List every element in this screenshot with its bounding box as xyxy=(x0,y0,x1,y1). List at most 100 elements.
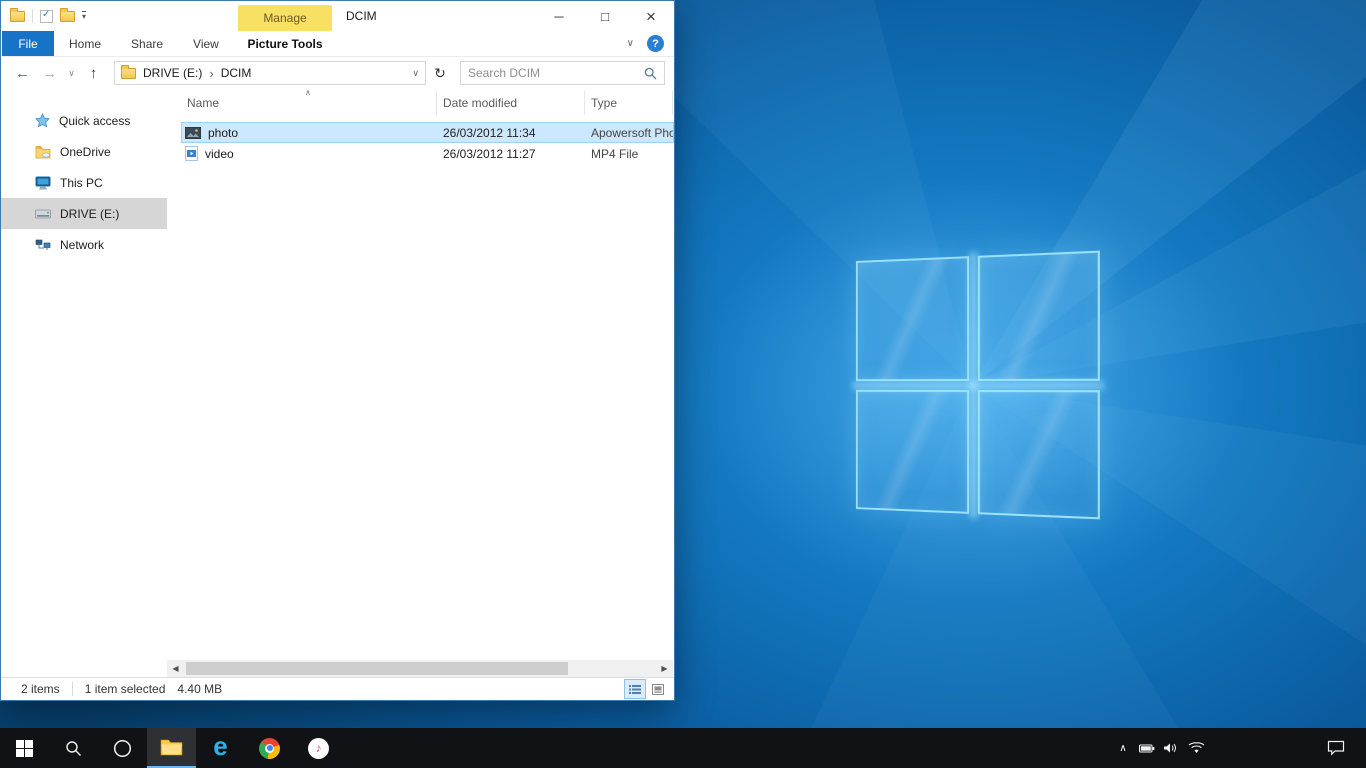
monitor-icon xyxy=(35,176,51,190)
start-button[interactable] xyxy=(0,728,49,768)
taskbar-search-button[interactable] xyxy=(49,728,98,768)
taskbar-file-explorer-button[interactable] xyxy=(147,728,196,768)
window-controls: ─ □ × xyxy=(536,1,674,31)
sort-ascending-icon: ∧ xyxy=(305,89,311,97)
refresh-button[interactable]: ↻ xyxy=(428,61,452,85)
back-button[interactable]: ← xyxy=(10,61,35,86)
tab-home[interactable]: Home xyxy=(54,31,116,56)
tab-picture-tools[interactable]: Picture Tools xyxy=(238,31,332,56)
column-header-date-modified[interactable]: Date modified xyxy=(437,91,585,115)
itunes-icon: ♪ xyxy=(308,738,329,759)
title-bar[interactable]: ▾ Manage DCIM ─ □ × xyxy=(1,1,674,31)
wifi-icon xyxy=(1188,742,1205,754)
status-separator xyxy=(72,682,73,696)
address-bar[interactable]: DRIVE (E:) › DCIM ∨ xyxy=(114,61,426,85)
sidebar-item-quick-access[interactable]: Quick access xyxy=(1,105,167,136)
breadcrumb-folder[interactable]: DCIM xyxy=(221,66,252,80)
taskbar-itunes-button[interactable]: ♪ xyxy=(294,728,343,768)
file-date-cell: 26/03/2012 11:27 xyxy=(437,147,585,161)
sidebar-item-drive-e[interactable]: DRIVE (E:) xyxy=(1,198,167,229)
item-count: 2 items xyxy=(21,682,60,696)
windows-logo-pane xyxy=(856,389,969,513)
file-name: photo xyxy=(208,126,238,140)
cortana-button[interactable] xyxy=(98,728,147,768)
windows-logo xyxy=(856,251,1100,520)
tab-share[interactable]: Share xyxy=(116,31,178,56)
onedrive-folder-icon xyxy=(35,145,51,159)
edge-browser-icon: e xyxy=(213,733,227,759)
maximize-button[interactable]: □ xyxy=(582,1,628,31)
help-button[interactable]: ? xyxy=(647,35,664,52)
file-explorer-window: ▾ Manage DCIM ─ □ × File Home Share View… xyxy=(0,0,675,701)
taskbar-chrome-button[interactable] xyxy=(245,728,294,768)
file-list-pane: ∧ Name Date modified Type photo 26/03/ xyxy=(167,89,674,677)
sidebar-item-label: Network xyxy=(60,238,104,252)
minimize-icon: ─ xyxy=(554,10,563,23)
battery-tray-button[interactable] xyxy=(1135,728,1159,768)
file-date-cell: 26/03/2012 11:34 xyxy=(437,126,585,140)
forward-button[interactable]: → xyxy=(37,61,62,86)
chrome-icon xyxy=(259,738,280,759)
scrollbar-thumb[interactable] xyxy=(186,662,568,675)
drive-icon xyxy=(35,209,51,219)
sidebar-item-onedrive[interactable]: OneDrive xyxy=(1,136,167,167)
manage-contextual-header[interactable]: Manage xyxy=(238,5,332,31)
sidebar-item-label: OneDrive xyxy=(60,145,111,159)
network-tray-button[interactable] xyxy=(1184,728,1208,768)
file-name-cell: video xyxy=(181,146,437,161)
new-folder-button[interactable] xyxy=(60,11,75,22)
minimize-button[interactable]: ─ xyxy=(536,1,582,31)
breadcrumb-separator-icon: › xyxy=(209,66,213,81)
search-icon xyxy=(65,740,82,757)
ribbon-tab-row: File Home Share View Picture Tools ∨ ? xyxy=(1,31,674,57)
file-type-cell: Apowersoft Pho xyxy=(585,126,674,140)
horizontal-scrollbar[interactable]: ◀ ▶ xyxy=(167,660,673,677)
details-view-button[interactable] xyxy=(625,680,645,698)
scroll-right-arrow-icon[interactable]: ▶ xyxy=(656,660,673,677)
navigation-pane: Quick access OneDrive This PC xyxy=(1,89,167,677)
properties-button[interactable] xyxy=(40,10,53,23)
volume-tray-button[interactable] xyxy=(1158,728,1182,768)
large-icons-view-icon xyxy=(652,684,664,695)
scroll-left-arrow-icon[interactable]: ◀ xyxy=(167,660,184,677)
search-box[interactable] xyxy=(460,61,665,85)
status-bar: 2 items 1 item selected 4.40 MB xyxy=(1,677,674,700)
video-file-icon xyxy=(185,146,198,161)
file-explorer-icon xyxy=(160,738,183,756)
folder-icon[interactable] xyxy=(121,68,136,79)
sidebar-item-network[interactable]: Network xyxy=(1,229,167,260)
maximize-icon: □ xyxy=(601,10,609,23)
tab-view[interactable]: View xyxy=(178,31,234,56)
file-rows: photo 26/03/2012 11:34 Apowersoft Pho vi… xyxy=(181,122,674,164)
action-center-icon xyxy=(1327,740,1345,756)
sidebar-item-this-pc[interactable]: This PC xyxy=(1,167,167,198)
taskbar-edge-button[interactable]: e xyxy=(196,728,245,768)
breadcrumb-drive[interactable]: DRIVE (E:) xyxy=(143,66,202,80)
up-one-level-button[interactable]: ↑ xyxy=(81,61,106,86)
network-icon xyxy=(35,239,51,251)
search-input[interactable] xyxy=(468,66,638,80)
ribbon-right-controls: ∨ ? xyxy=(627,31,664,56)
windows-start-icon xyxy=(16,740,33,757)
large-icons-view-button[interactable] xyxy=(648,680,668,698)
selection-size: 4.40 MB xyxy=(177,682,222,696)
show-hidden-icons-button[interactable]: ∧ xyxy=(1111,728,1135,768)
file-row-video[interactable]: video 26/03/2012 11:27 MP4 File xyxy=(181,143,674,164)
recent-locations-chevron-icon[interactable]: ∨ xyxy=(64,61,79,86)
expand-ribbon-chevron-icon[interactable]: ∨ xyxy=(627,38,634,49)
tab-file[interactable]: File xyxy=(2,31,54,56)
window-title: DCIM xyxy=(346,1,377,31)
selection-summary: 1 item selected xyxy=(85,682,166,696)
file-name-cell: photo xyxy=(181,126,437,140)
close-button[interactable]: × xyxy=(628,1,674,31)
customize-qat-chevron-icon[interactable]: ▾ xyxy=(82,11,86,21)
file-row-photo[interactable]: photo 26/03/2012 11:34 Apowersoft Pho xyxy=(181,122,674,143)
photo-thumbnail-icon xyxy=(185,127,201,139)
address-dropdown-chevron-icon[interactable]: ∨ xyxy=(412,68,419,79)
quick-access-toolbar: ▾ xyxy=(1,9,86,23)
search-icon xyxy=(644,67,657,80)
column-headers: ∧ Name Date modified Type xyxy=(181,91,674,115)
action-center-button[interactable] xyxy=(1324,728,1348,768)
taskbar: e ♪ ∧ xyxy=(0,728,1366,768)
column-header-type[interactable]: Type xyxy=(585,91,673,115)
